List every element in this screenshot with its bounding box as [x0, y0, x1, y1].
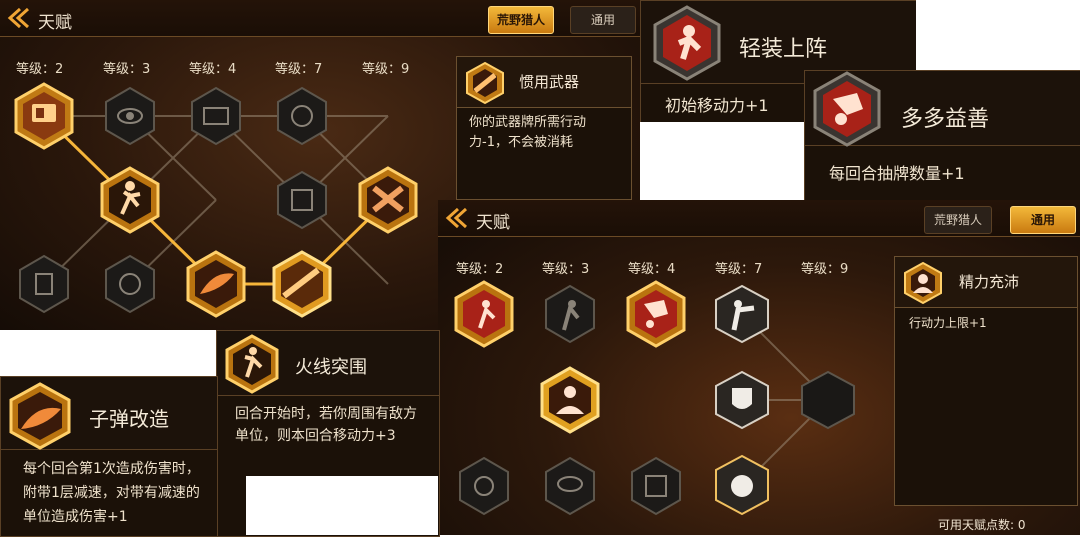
talent-tree-b: [454, 280, 855, 516]
talent-panel-general: 天赋 荒野猎人 通用 等级：2 等级：3 等级：4 等级：7 等级：9 精力充沛…: [438, 200, 1080, 535]
weapon-icon: [466, 61, 504, 105]
talent-node-locked-wheel: [277, 86, 327, 146]
tab-wild-hunter[interactable]: 荒野猎人: [924, 206, 992, 234]
card-name: 多多益善: [901, 107, 990, 132]
talent-node-b9-locked[interactable]: [545, 456, 595, 516]
talent-info-card-a: 惯用武器 你的武器牌所需行动力-1，不会被消耗: [456, 56, 632, 200]
talent-node-b2-locked[interactable]: [545, 284, 595, 344]
talent-node-a5-gloves[interactable]: [358, 166, 418, 234]
light-gear-icon: [653, 5, 721, 81]
talent-node-a3-claw[interactable]: [186, 250, 246, 318]
talent-node-b6-shield[interactable]: [715, 370, 769, 430]
card-description: 每个回合第1次造成伤害时，附带1层减速，对带有减速的单位造成伤害+1: [23, 461, 200, 525]
talent-node-a2-running[interactable]: [100, 166, 160, 234]
talent-card-draw-more: 多多益善 每回合抽牌数量+1: [804, 70, 1080, 202]
talent-node-b8-locked[interactable]: [459, 456, 509, 516]
card-description: 每回合抽牌数量+1: [829, 164, 965, 183]
talent-node-b11-blast[interactable]: [715, 454, 769, 516]
blank-area: [640, 122, 804, 202]
talent-info-card-b: 精力充沛 行动力上限+1: [894, 256, 1078, 506]
talent-node-locked-target: [19, 254, 69, 314]
card-name: 子弹改造: [89, 407, 169, 431]
claw-icon: [9, 382, 71, 450]
card-name: 火线突围: [295, 357, 367, 378]
talent-node-locked-radio: [191, 86, 241, 146]
draw-more-icon: [813, 71, 881, 147]
talent-card-bullet-mod: 子弹改造 每个回合第1次造成伤害时，附带1层减速，对带有减速的单位造成伤害+1: [0, 376, 218, 537]
available-talent-points: 可用天赋点数: 0: [938, 518, 1026, 532]
talent-description: 行动力上限+1: [909, 316, 987, 330]
blank-area: [246, 476, 438, 535]
blank-area: [0, 330, 216, 376]
talent-node-b1-light-gear[interactable]: [454, 280, 514, 348]
talent-name: 惯用武器: [519, 73, 580, 91]
talent-node-locked-ammo: [105, 254, 155, 314]
talent-node-b3-draw-more[interactable]: [626, 280, 686, 348]
talent-node-b10-locked[interactable]: [631, 456, 681, 516]
talent-name: 精力充沛: [959, 273, 1020, 291]
talent-node-a4-weapon[interactable]: [272, 250, 332, 318]
tab-general[interactable]: 通用: [1010, 206, 1076, 234]
running-icon: [225, 334, 279, 394]
card-name: 轻装上阵: [739, 37, 828, 62]
talent-node-a1[interactable]: [14, 82, 74, 150]
card-description: 回合开始时，若你周围有敌方单位，则本回合移动力+3: [235, 406, 417, 444]
talent-description: 你的武器牌所需行动力-1，不会被消耗: [469, 115, 587, 150]
talent-node-b5-energy[interactable]: [540, 366, 600, 434]
talent-node-locked-frame: [277, 170, 327, 230]
blank-area: [916, 0, 1080, 70]
card-description: 初始移动力+1: [665, 96, 769, 115]
energy-icon: [904, 261, 942, 305]
